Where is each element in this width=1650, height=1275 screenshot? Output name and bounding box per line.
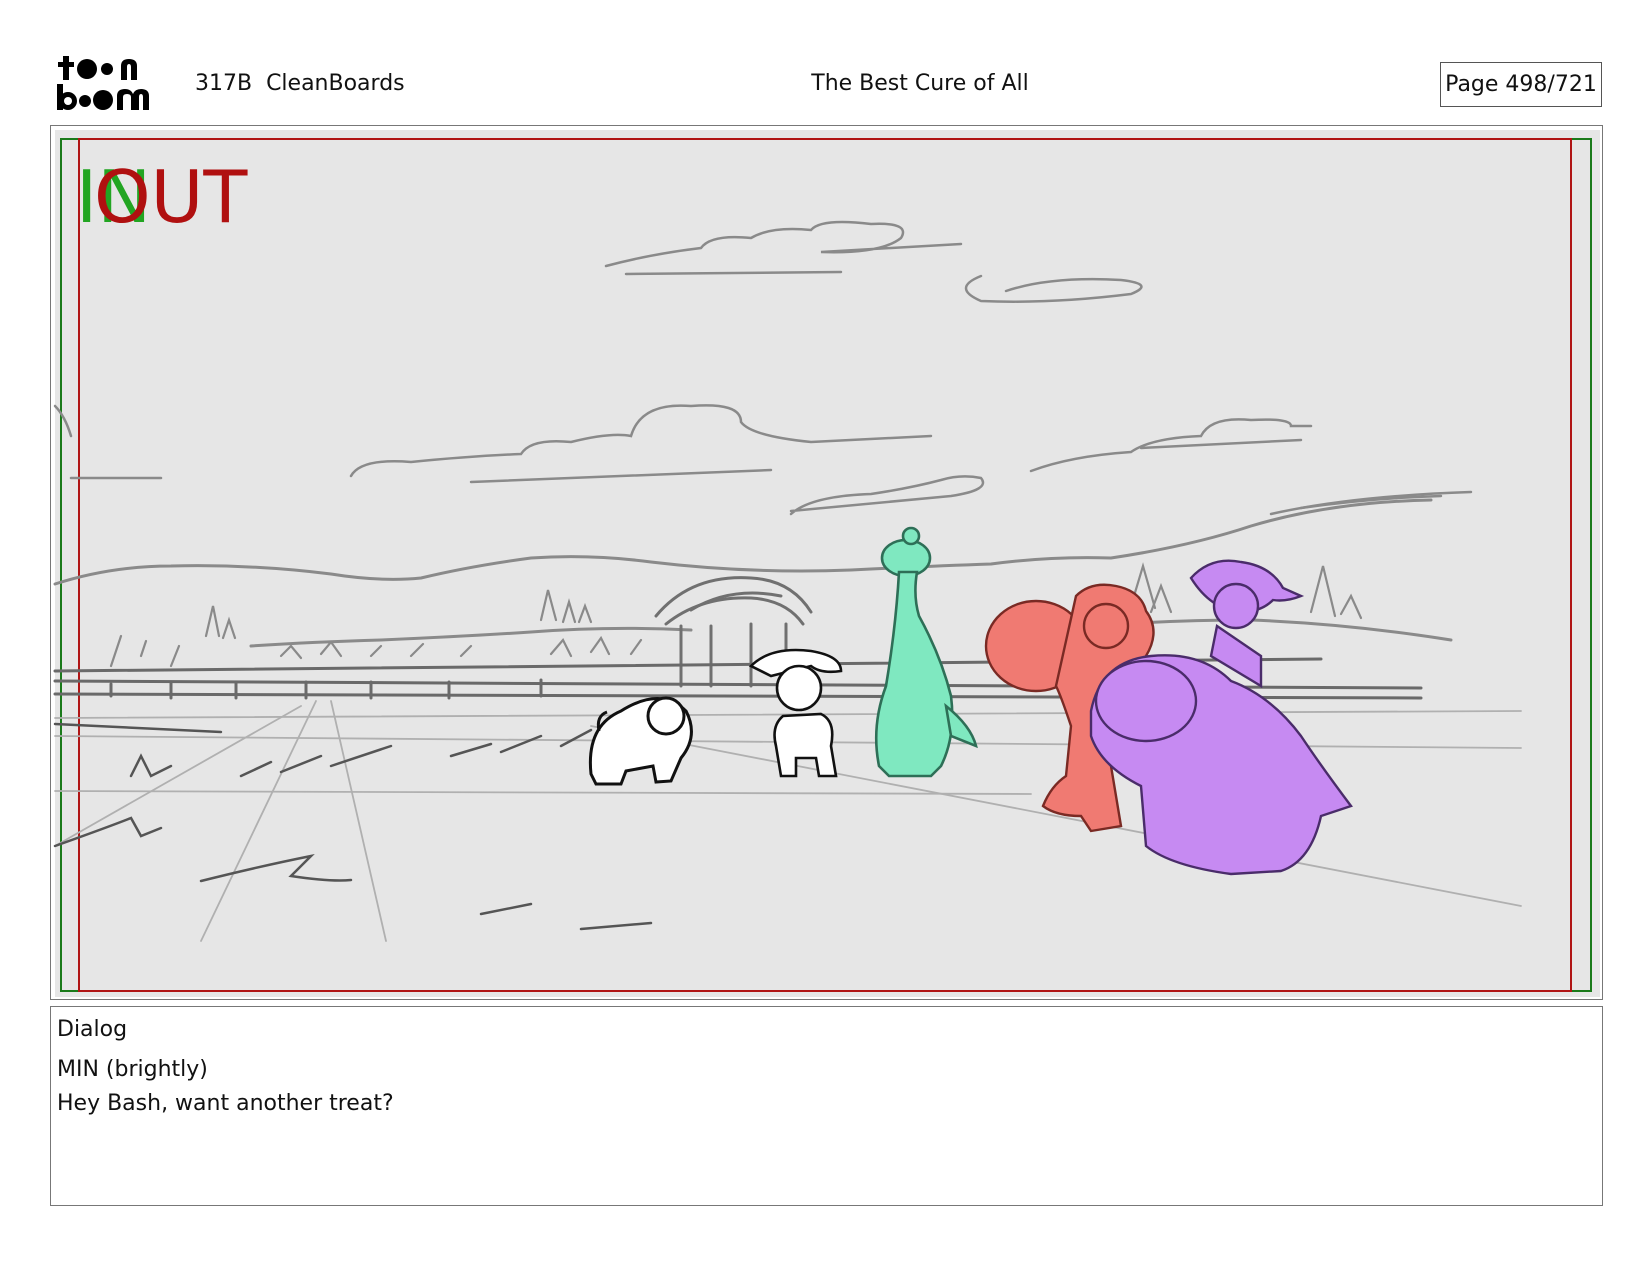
panel-background [55, 130, 1600, 997]
page-counter: Page 498/721 [1440, 62, 1602, 107]
page-header: 317B CleanBoards The Best Cure of All Pa… [0, 0, 1650, 125]
out-marker: OUT [94, 155, 248, 239]
dialog-speaker: MIN (brightly) [57, 1057, 208, 1082]
dialog-box: Dialog MIN (brightly) Hey Bash, want ano… [50, 1006, 1603, 1206]
episode-title: The Best Cure of All [811, 71, 1029, 96]
panel-artwork: IN OUT [53, 130, 1600, 997]
dialog-heading: Dialog [57, 1017, 128, 1042]
dialog-line: Hey Bash, want another treat? [57, 1091, 394, 1116]
storyboard-panel: IN OUT [50, 125, 1603, 1000]
